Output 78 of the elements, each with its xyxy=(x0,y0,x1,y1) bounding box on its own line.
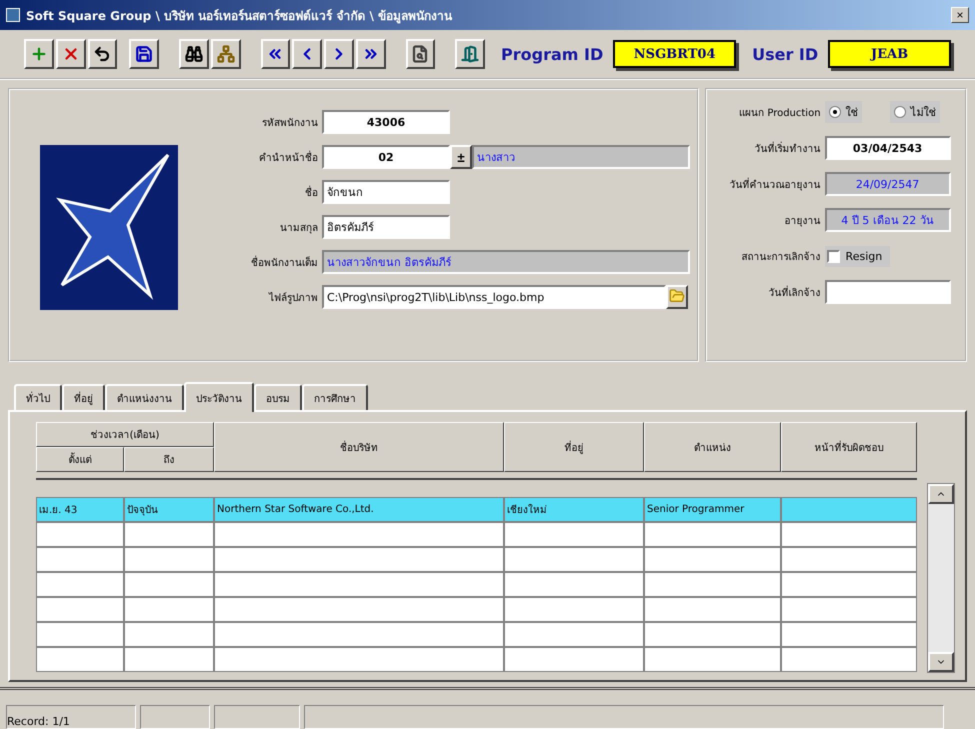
field-label: ชื่อพนักงานเต็ม xyxy=(250,254,319,270)
search-button[interactable] xyxy=(179,39,209,69)
table-cell: ปัจจุบัน xyxy=(124,497,214,522)
search-icon xyxy=(184,45,203,63)
tab[interactable]: ทั่วไป xyxy=(14,384,62,410)
file-path-field[interactable]: C:\Prog\nsi\prog2T\lib\Lib\nss_logo.bmp xyxy=(322,285,666,309)
field-label: ไฟล์รูปภาพ xyxy=(268,291,319,304)
text-field[interactable]: จักขนก xyxy=(322,180,450,204)
plus-button[interactable] xyxy=(24,39,54,69)
app-icon xyxy=(6,8,20,22)
display-field: 4 ปี 5 เดือน 22 วัน xyxy=(824,208,951,232)
folder-icon xyxy=(669,288,685,304)
tab[interactable]: ตำแหน่งงาน xyxy=(105,384,184,410)
text-field[interactable] xyxy=(824,280,951,304)
previous-button[interactable] xyxy=(292,39,322,69)
text-field[interactable]: 02 xyxy=(322,145,450,169)
tab[interactable]: ประวัติงาน xyxy=(184,382,254,412)
column-header[interactable]: ตั้งแต่ xyxy=(36,447,124,472)
field-label: สถานะการเลิกจ้าง xyxy=(740,250,822,264)
column-header[interactable]: ชื่อบริษัท xyxy=(214,422,504,472)
scroll-down-button[interactable] xyxy=(928,652,954,672)
browse-button[interactable] xyxy=(666,285,688,309)
user-id-box: JEAB xyxy=(828,40,951,68)
column-header: ช่วงเวลา(เดือน) xyxy=(36,422,214,447)
resign-checkbox[interactable]: Resign xyxy=(824,246,890,266)
lookup-display: นางสาว xyxy=(472,145,690,169)
preview-button[interactable] xyxy=(406,39,436,69)
field-label: รหัสพนักงาน xyxy=(261,116,319,130)
field-label: วันที่เริ่มทำงาน xyxy=(754,140,822,156)
next-button[interactable] xyxy=(324,39,354,69)
lookup-button[interactable]: ± xyxy=(450,145,472,169)
display-field: 24/09/2547 xyxy=(824,172,951,196)
text-field[interactable]: 43006 xyxy=(322,110,450,134)
window-title: Soft Square Group \ บริษัท นอร์เทอร์นสตาร์ซอฟต์แวร์ จำกัด \ ข้อมูลพนักงาน xyxy=(26,8,454,24)
table-cell: Northern Star Software Co.,Ltd. xyxy=(214,497,504,522)
tab[interactable]: การศึกษา xyxy=(302,384,368,410)
text-field[interactable]: 03/04/2543 xyxy=(824,136,951,160)
scrollbar[interactable] xyxy=(927,483,955,673)
close-button[interactable] xyxy=(56,39,86,69)
column-header[interactable]: ตำแหน่ง xyxy=(644,422,781,472)
program-id-label: Program ID xyxy=(501,44,604,64)
door-icon xyxy=(461,45,480,63)
door-button[interactable] xyxy=(455,39,485,69)
field-label: วันที่คำนวณอายุงาน xyxy=(728,176,822,192)
plus-icon xyxy=(30,45,48,63)
field-label: แผนก Production xyxy=(738,106,822,120)
first-button[interactable] xyxy=(260,39,290,69)
table-cell: เชียงใหม่ xyxy=(504,497,644,522)
field-label: อายุงาน xyxy=(784,214,822,228)
field-label: นามสกุล xyxy=(279,222,319,234)
radio-option[interactable]: ใช่ xyxy=(824,101,862,123)
undo-icon xyxy=(93,45,112,63)
user-id-label: User ID xyxy=(752,44,818,64)
record-status: Record: 1/1 xyxy=(6,705,136,729)
scroll-up-button[interactable] xyxy=(928,484,954,504)
table-cell: เม.ย. 43 xyxy=(36,497,124,522)
field-label: ชื่อ xyxy=(304,184,319,200)
save-icon xyxy=(135,45,154,63)
text-field[interactable]: อิตรคัมภีร์ xyxy=(322,215,450,239)
last-button[interactable] xyxy=(356,39,386,69)
field-label: วันที่เลิกจ้าง xyxy=(768,284,822,300)
table-cell: Senior Programmer xyxy=(644,497,781,522)
program-id-box: NSGBRT04 xyxy=(613,40,736,68)
network-button[interactable] xyxy=(210,39,240,69)
save-button[interactable] xyxy=(129,39,159,69)
status-pane xyxy=(140,705,210,729)
column-header[interactable]: หน้าที่รับผิดชอบ xyxy=(781,422,917,472)
preview-icon xyxy=(411,45,430,63)
display-field: นางสาวจักขนก อิตรคัมภีร์ xyxy=(322,250,690,274)
column-header[interactable]: ที่อยู่ xyxy=(504,422,644,472)
tab[interactable]: ที่อยู่ xyxy=(62,384,105,410)
network-icon xyxy=(216,45,235,63)
column-header[interactable]: ถึง xyxy=(124,447,214,472)
undo-button[interactable] xyxy=(88,39,118,69)
field-label: คำนำหน้าชื่อ xyxy=(258,150,319,164)
tab[interactable]: อบรม xyxy=(254,384,302,410)
radio-option[interactable]: ไม่ใช่ xyxy=(890,101,940,123)
close-button[interactable]: × xyxy=(951,7,969,23)
